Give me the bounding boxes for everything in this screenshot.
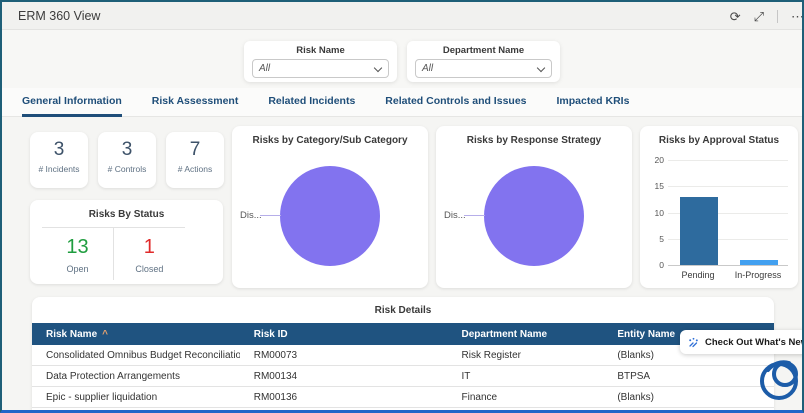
expand-icon[interactable]: ⤢	[754, 10, 764, 23]
kpi-actions: 7 # Actions	[166, 132, 224, 188]
closed-risks-cell: 1 Closed	[114, 228, 185, 280]
sort-ascending-icon: ^	[102, 329, 108, 340]
open-label: Open	[42, 264, 113, 280]
kpi-controls-label: # Controls	[98, 164, 156, 174]
whats-new-label: Check Out What's New	[705, 337, 804, 348]
response-strategy-pie-slice[interactable]	[484, 166, 584, 266]
y-tick: 20	[644, 155, 664, 165]
risks-by-approval-status-chart-card: Risks by Approval Status 20 15 10 5 0 Pe…	[640, 126, 798, 288]
bar-in-progress[interactable]	[740, 260, 778, 265]
page-title: ERM 360 View	[18, 9, 100, 23]
y-tick: 0	[644, 260, 664, 270]
table-row[interactable]: Epic - supplier liquidation RM00136 Fina…	[32, 387, 774, 408]
open-count: 13	[42, 236, 113, 259]
response-strategy-pie-label: Dis...	[444, 210, 466, 221]
y-tick: 10	[644, 208, 664, 218]
risk-name-dropdown-value: All	[259, 63, 270, 74]
risks-by-status-card: Risks By Status 13 Open 1 Closed	[30, 200, 223, 284]
kpi-controls-value: 3	[98, 139, 156, 161]
department-name-filter-label: Department Name	[407, 45, 560, 56]
response-strategy-pie-callout-line	[464, 215, 485, 216]
risks-by-status-body: 13 Open 1 Closed	[42, 227, 185, 280]
risks-by-status-title: Risks By Status	[30, 200, 223, 220]
y-tick: 5	[644, 234, 664, 244]
tab-general-information[interactable]: General Information	[22, 88, 122, 117]
column-header-risk-id[interactable]: Risk ID	[240, 329, 448, 340]
assistant-orb-logo[interactable]	[754, 352, 804, 411]
cell-risk-name: Epic - supplier liquidation	[32, 392, 240, 403]
risks-by-approval-status-title: Risks by Approval Status	[640, 126, 798, 146]
kpi-incidents: 3 # Incidents	[30, 132, 88, 188]
risk-name-header-label: Risk Name	[46, 329, 97, 340]
refresh-icon[interactable]: ⟳	[730, 10, 741, 23]
risk-name-dropdown[interactable]: All	[252, 59, 389, 78]
kpi-actions-value: 7	[166, 139, 224, 161]
department-name-dropdown-value: All	[422, 63, 433, 74]
risk-table-header: Risk Name^ Risk ID Department Name Entit…	[32, 323, 774, 345]
kpi-actions-label: # Actions	[166, 164, 224, 174]
x-label-in-progress: In-Progress	[728, 270, 788, 280]
title-bar: ERM 360 View ⟳ ⤢ ⋯	[2, 2, 802, 30]
kpi-controls: 3 # Controls	[98, 132, 156, 188]
sparkle-icon	[688, 337, 699, 348]
closed-count: 1	[114, 236, 185, 259]
cell-department-name: IT	[448, 371, 604, 382]
category-pie-label: Dis...	[240, 210, 262, 221]
table-row[interactable]: Consolidated Omnibus Budget Reconciliati…	[32, 345, 774, 366]
gridline	[668, 160, 788, 161]
cell-risk-id: RM00134	[240, 371, 448, 382]
risks-by-response-strategy-chart-card: Risks by Response Strategy Dis...	[436, 126, 632, 288]
risk-details-card: Risk Details Risk Name ^ Risk ID Departme…	[32, 297, 774, 413]
column-header-department-name[interactable]: Department Name	[448, 329, 604, 340]
category-pie-callout-line	[260, 215, 281, 216]
column-header-risk-name[interactable]: Risk Name ^	[32, 329, 240, 340]
risk-name-filter: Risk Name All	[244, 41, 397, 82]
tab-related-incidents[interactable]: Related Incidents	[268, 88, 355, 117]
tab-risk-assessment[interactable]: Risk Assessment	[152, 88, 239, 117]
whats-new-tooltip[interactable]: Check Out What's New Beta	[680, 330, 804, 354]
table-row[interactable]: Funding Growth RM00071 Risk Register (Bl…	[32, 408, 774, 413]
tab-related-controls-and-issues[interactable]: Related Controls and Issues	[385, 88, 526, 117]
bar-pending[interactable]	[680, 197, 718, 265]
cell-risk-id: RM00136	[240, 392, 448, 403]
toolbar-divider	[777, 10, 778, 23]
kpi-incidents-value: 3	[30, 139, 88, 161]
more-options-icon[interactable]: ⋯	[791, 10, 804, 23]
title-bar-actions: ⟳ ⤢ ⋯	[730, 2, 796, 30]
category-pie-slice[interactable]	[280, 166, 380, 266]
chevron-down-icon	[374, 64, 382, 72]
kpi-incidents-label: # Incidents	[30, 164, 88, 174]
cell-risk-name: Consolidated Omnibus Budget Reconciliati…	[32, 350, 240, 361]
gridline	[668, 186, 788, 187]
x-label-pending: Pending	[668, 270, 728, 280]
tab-impacted-kris[interactable]: Impacted KRIs	[557, 88, 630, 117]
department-name-dropdown[interactable]: All	[415, 59, 552, 78]
cell-entity-name: (Blanks)	[603, 392, 774, 403]
y-tick: 15	[644, 181, 664, 191]
cell-department-name: Finance	[448, 392, 604, 403]
open-risks-cell: 13 Open	[42, 228, 114, 280]
cell-department-name: Risk Register	[448, 350, 604, 361]
chevron-down-icon	[537, 64, 545, 72]
risk-details-title: Risk Details	[32, 297, 774, 316]
risk-name-filter-label: Risk Name	[244, 45, 397, 56]
erm-360-view-window: ERM 360 View ⟳ ⤢ ⋯ Risk Name All Departm…	[0, 0, 804, 413]
filter-bar: Risk Name All Department Name All	[2, 30, 802, 88]
table-row[interactable]: Data Protection Arrangements RM00134 IT …	[32, 366, 774, 387]
risks-by-category-title: Risks by Category/Sub Category	[232, 126, 428, 146]
approval-status-plot-area: 20 15 10 5 0	[668, 160, 788, 266]
cell-risk-id: RM00073	[240, 350, 448, 361]
risks-by-response-strategy-title: Risks by Response Strategy	[436, 126, 632, 146]
department-name-filter: Department Name All	[407, 41, 560, 82]
tab-bar: General Information Risk Assessment Rela…	[2, 88, 802, 117]
cell-risk-name: Data Protection Arrangements	[32, 371, 240, 382]
closed-label: Closed	[114, 264, 185, 280]
cell-entity-name: BTPSA	[603, 371, 774, 382]
approval-status-x-axis: Pending In-Progress	[668, 270, 788, 280]
kpi-row: 3 # Incidents 3 # Controls 7 # Actions	[30, 132, 224, 188]
risks-by-category-chart-card: Risks by Category/Sub Category Dis...	[232, 126, 428, 288]
